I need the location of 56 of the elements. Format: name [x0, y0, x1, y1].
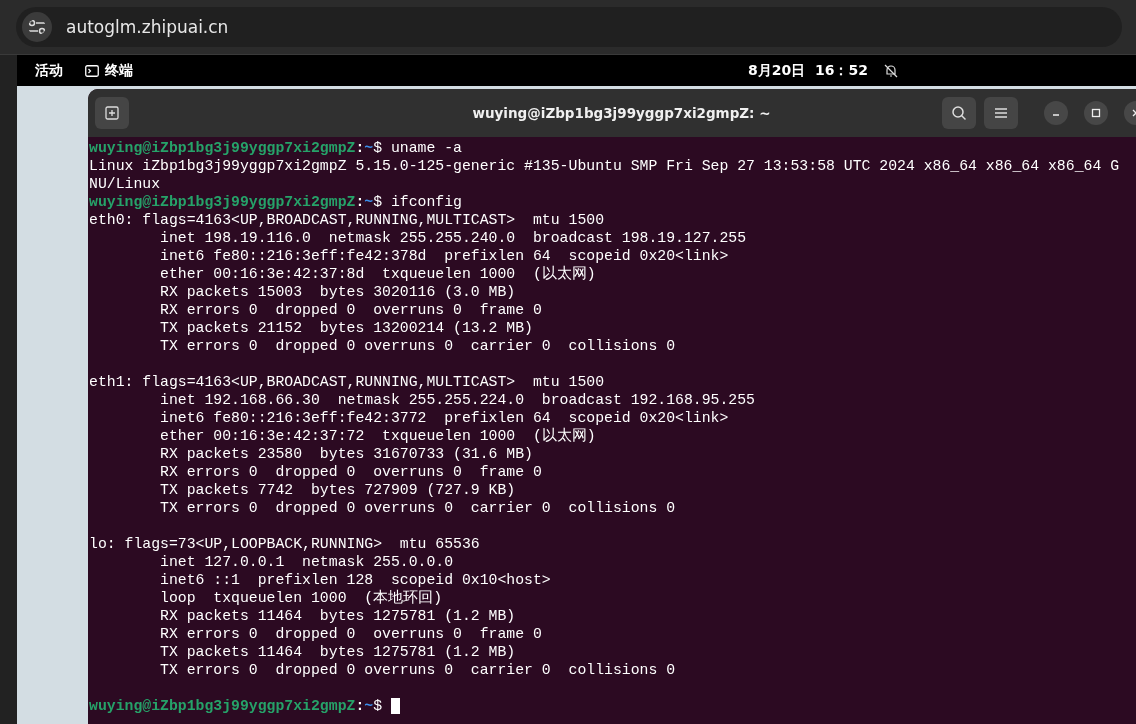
output-line: ether 00:16:3e:42:37:72 txqueuelen 1000 (以太网)	[159, 427, 596, 445]
output-line: TX packets 11464 bytes 1275781 (1.2 MB)	[159, 643, 516, 661]
output-line: lo: flags=73<UP,LOOPBACK,RUNNING> mtu 65536	[89, 535, 480, 553]
output-line: NU/Linux	[89, 175, 161, 193]
output-line: TX errors 0 dropped 0 overruns 0 carrier 0 collisions 0	[159, 499, 676, 517]
output-line: RX packets 15003 bytes 3020116 (3.0 MB)	[159, 283, 516, 301]
minimize-button[interactable]	[1044, 101, 1068, 125]
output-line: TX errors 0 dropped 0 overruns 0 carrier 0 collisions 0	[159, 337, 676, 355]
address-bar[interactable]: autoglm.zhipuai.cn	[16, 7, 1122, 47]
menu-button[interactable]	[984, 97, 1018, 129]
prompt-separator: :	[355, 193, 365, 211]
output-line: inet 192.168.66.30 netmask 255.255.224.0 broadcast 192.168.95.255	[159, 391, 755, 409]
prompt-user-host: wuying@iZbp1bg3j99yggp7xi2gmpZ	[89, 697, 356, 715]
output-line: inet6 fe80::216:3eff:fe42:378d prefixlen 64 scopeid 0x20<link>	[159, 247, 729, 265]
output-line: Linux iZbp1bg3j99yggp7xi2gmpZ 5.15.0-125-generic #135-Ubuntu SMP Fri Sep 27 13:53:58 UTC 2024 x86_64 x86_64 x86_64 G	[89, 157, 1120, 175]
output-line: inet6 ::1 prefixlen 128 scopeid 0x10<host>	[159, 571, 551, 589]
site-settings-icon[interactable]	[22, 12, 52, 42]
output-line: ether 00:16:3e:42:37:8d txqueuelen 1000 (以太网)	[159, 265, 596, 283]
prompt-user-host: wuying@iZbp1bg3j99yggp7xi2gmpZ	[89, 193, 356, 211]
new-tab-icon	[105, 106, 119, 120]
prompt-user-host: wuying@iZbp1bg3j99yggp7xi2gmpZ	[89, 139, 356, 157]
muted-bell-icon	[883, 63, 898, 78]
output-line: RX packets 11464 bytes 1275781 (1.2 MB)	[159, 607, 516, 625]
output-line: loop txqueuelen 1000 (本地环回)	[159, 589, 443, 607]
search-button[interactable]	[942, 97, 976, 129]
output-line: eth1: flags=4163<UP,BROADCAST,RUNNING,MULTICAST> mtu 1500	[89, 373, 604, 391]
command-text: $	[373, 697, 383, 715]
activities-button[interactable]: 活动	[35, 61, 63, 80]
command-text: $ ifconfig	[373, 193, 462, 211]
prompt-separator: :	[355, 139, 365, 157]
menu-icon	[994, 107, 1008, 119]
prompt-path: ~	[364, 139, 374, 157]
window-title: wuying@iZbp1bg3j99yggp7xi2gmpZ: ~	[471, 105, 772, 121]
output-line: RX errors 0 dropped 0 overruns 0 frame 0	[159, 463, 542, 481]
maximize-icon	[1091, 108, 1101, 118]
prompt-path: ~	[364, 697, 374, 715]
output-line: inet6 fe80::216:3eff:fe42:3772 prefixlen 64 scopeid 0x20<link>	[159, 409, 729, 427]
output-line: RX errors 0 dropped 0 overruns 0 frame 0	[159, 625, 542, 643]
command-text: $ uname -a	[373, 139, 462, 157]
prompt-path: ~	[364, 193, 374, 211]
output-line: inet 198.19.116.0 netmask 255.255.240.0 broadcast 198.19.127.255	[159, 229, 747, 247]
output-line: TX packets 21152 bytes 13200214 (13.2 MB)	[159, 319, 533, 337]
url-text: autoglm.zhipuai.cn	[66, 17, 229, 37]
output-line: RX errors 0 dropped 0 overruns 0 frame 0	[159, 301, 542, 319]
output-line: RX packets 23580 bytes 31670733 (31.6 MB)	[159, 445, 533, 463]
output-line: eth0: flags=4163<UP,BROADCAST,RUNNING,MULTICAST> mtu 1500	[89, 211, 604, 229]
prompt-separator: :	[355, 697, 365, 715]
output-line: TX packets 7742 bytes 727909 (727.9 KB)	[159, 481, 516, 499]
new-tab-button[interactable]	[95, 97, 129, 129]
search-icon	[951, 105, 967, 121]
app-menu[interactable]: 终端	[85, 61, 133, 80]
terminal-icon	[85, 64, 99, 77]
maximize-button[interactable]	[1084, 101, 1108, 125]
output-line: inet 127.0.0.1 netmask 255.0.0.0	[159, 553, 454, 571]
clock[interactable]: 8月20日 16：52	[748, 61, 868, 80]
output-line: TX errors 0 dropped 0 overruns 0 carrier 0 collisions 0	[159, 661, 676, 679]
